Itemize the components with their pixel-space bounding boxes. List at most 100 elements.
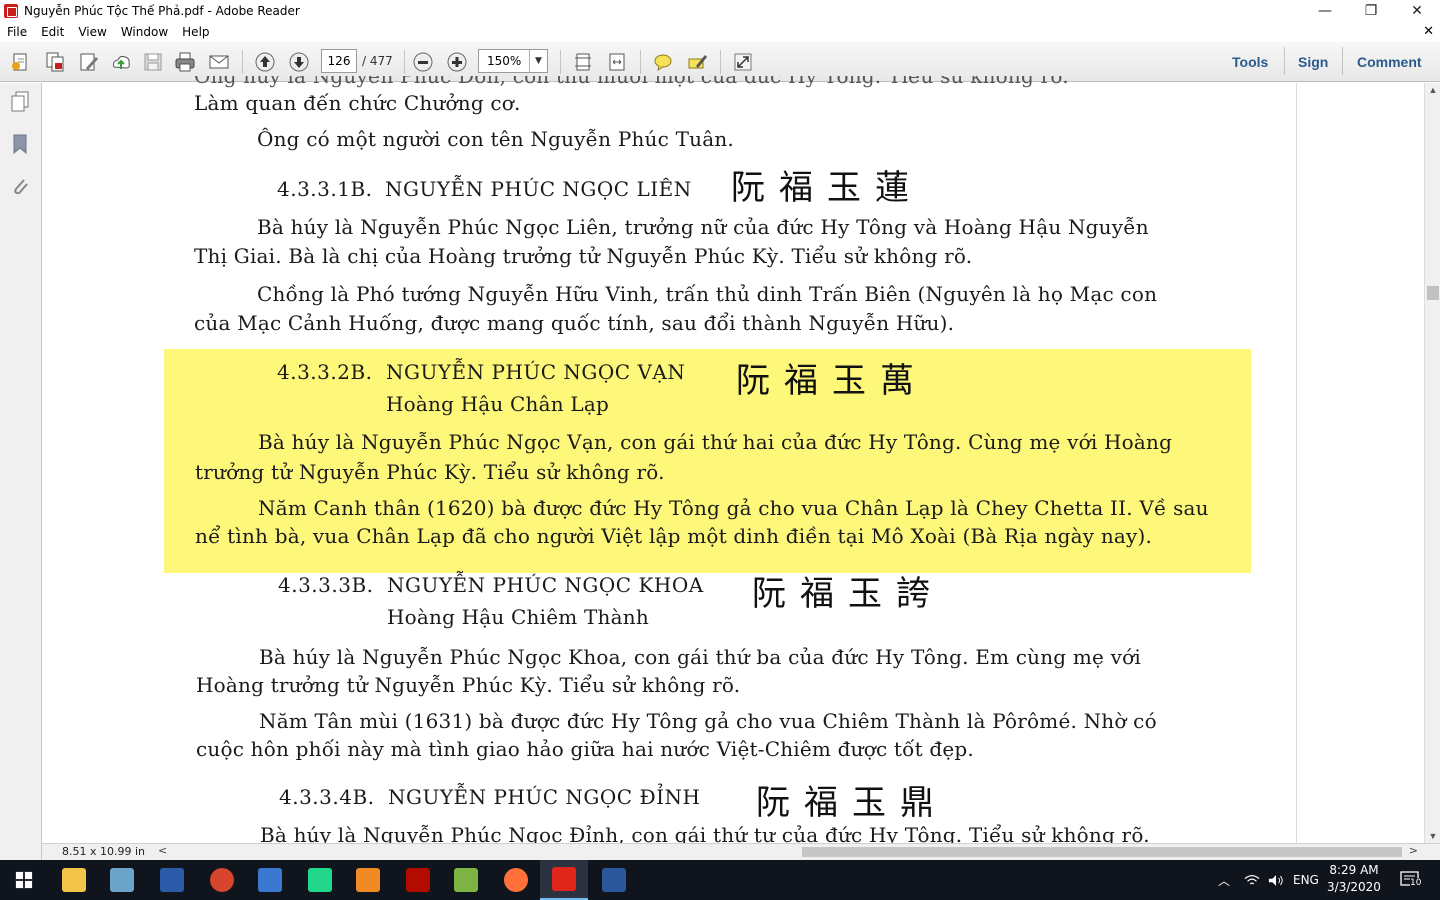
task-app-icon xyxy=(258,868,282,892)
paragraph-line: nể tình bà, vua Chân Lạp đã cho người Vi… xyxy=(195,524,1153,548)
show-hidden-icons-button[interactable]: ︿ xyxy=(1218,860,1230,900)
upload-icon[interactable] xyxy=(108,50,134,74)
han-characters: 阮福玉誇 xyxy=(752,574,944,614)
taskbar-task-app[interactable] xyxy=(246,860,294,900)
volume-icon[interactable] xyxy=(1268,860,1284,900)
file-explorer-icon xyxy=(62,868,86,892)
section-subtitle: Hoàng Hậu Chân Lạp xyxy=(386,392,610,416)
sublime-text-icon xyxy=(356,868,380,892)
edit-icon[interactable] xyxy=(76,50,102,74)
section-number: 4.3.3.3B. xyxy=(278,573,374,597)
menu-help[interactable]: Help xyxy=(175,25,216,39)
scroll-up-icon[interactable]: ▲ xyxy=(1425,85,1440,95)
fit-width-icon[interactable] xyxy=(604,50,630,74)
paragraph-line: Làm quan đến chức Chưởng cơ. xyxy=(194,91,521,115)
taskbar-powershell[interactable] xyxy=(148,860,196,900)
paragraph-line: cuộc hôn phối này mà tình giao hảo giữa … xyxy=(196,737,974,761)
taskbar-settings-app[interactable] xyxy=(198,860,246,900)
zoom-in-icon[interactable] xyxy=(444,50,470,74)
word-icon xyxy=(602,868,626,892)
notes-app-icon xyxy=(110,868,134,892)
paragraph-line: Thị Giai. Bà là chị của Hoàng trưởng tử … xyxy=(194,244,973,268)
taskbar-notes-app[interactable] xyxy=(98,860,146,900)
adobe-reader-icon xyxy=(4,4,18,18)
paragraph-line: Bà húy là Nguyễn Phúc Ngọc Khoa, con gái… xyxy=(259,645,1141,669)
fit-page-icon[interactable] xyxy=(570,50,596,74)
highlight-icon[interactable] xyxy=(684,50,710,74)
acrobat-dc-icon xyxy=(406,868,430,892)
taskbar-adobe-reader[interactable] xyxy=(540,860,588,900)
scroll-right-icon[interactable]: > xyxy=(1409,844,1418,857)
combine-icon[interactable] xyxy=(42,50,68,74)
section-heading: NGUYỄN PHÚC NGỌC ĐỈNH xyxy=(388,785,701,809)
scroll-down-icon[interactable]: ▼ xyxy=(1425,831,1440,841)
email-icon[interactable] xyxy=(206,50,232,74)
section-heading: NGUYỄN PHÚC NGỌC KHOA xyxy=(387,573,704,597)
section-number: 4.3.3.4B. xyxy=(279,785,375,809)
windows-logo-icon xyxy=(15,871,33,889)
start-button[interactable] xyxy=(0,860,48,900)
page-number-input[interactable]: 126 xyxy=(321,49,357,73)
taskbar-firefox[interactable] xyxy=(492,860,540,900)
paragraph-line: Hoàng trưởng tử Nguyễn Phúc Kỳ. Tiểu sử … xyxy=(196,673,741,697)
firefox-icon xyxy=(504,868,528,892)
attachments-icon[interactable] xyxy=(10,175,30,197)
window-title: Nguyễn Phúc Tộc Thế Phả.pdf - Adobe Read… xyxy=(24,4,300,18)
zoom-out-icon[interactable] xyxy=(410,50,436,74)
sign-button[interactable]: Sign xyxy=(1298,54,1328,70)
taskbar-acrobat-dc[interactable] xyxy=(394,860,442,900)
scroll-left-icon[interactable]: < xyxy=(158,844,167,857)
save-icon[interactable] xyxy=(140,50,166,74)
comment-button[interactable]: Comment xyxy=(1357,54,1422,70)
taskbar-sublime-text[interactable] xyxy=(344,860,392,900)
section-number: 4.3.3.2B. xyxy=(277,360,373,384)
clock-date: 3/3/2020 xyxy=(1327,880,1381,894)
close-button[interactable]: ✕ xyxy=(1394,0,1440,22)
section-heading: NGUYỄN PHÚC NGỌC LIÊN xyxy=(385,177,692,201)
zoom-select[interactable]: 150% ▼ xyxy=(478,49,548,73)
network-icon[interactable] xyxy=(1244,860,1260,900)
page-total: / 477 xyxy=(362,54,393,68)
scrollbar-thumb[interactable] xyxy=(1427,286,1439,300)
adobe-reader-icon xyxy=(552,867,576,891)
han-characters: 阮福玉鼎 xyxy=(756,783,948,823)
page-thumbnails-icon[interactable] xyxy=(10,91,30,113)
maximize-button[interactable]: ❐ xyxy=(1348,0,1394,22)
chevron-down-icon[interactable]: ▼ xyxy=(529,50,547,72)
language-indicator[interactable]: ENG xyxy=(1293,860,1319,900)
fullscreen-icon[interactable] xyxy=(730,50,756,74)
editor-app-icon xyxy=(454,868,478,892)
paragraph-line: Năm Canh thân (1620) bà được đức Hy Tông… xyxy=(258,496,1209,520)
taskbar-word[interactable] xyxy=(590,860,638,900)
paragraph-line: trưởng tử Nguyễn Phúc Kỳ. Tiểu sử không … xyxy=(195,460,665,484)
create-pdf-icon[interactable] xyxy=(8,50,34,74)
settings-app-icon xyxy=(210,868,234,892)
close-document-button[interactable]: ✕ xyxy=(1423,24,1434,39)
horizontal-scrollbar-thumb[interactable] xyxy=(802,847,1402,857)
next-page-icon[interactable] xyxy=(286,50,312,74)
bookmarks-icon[interactable] xyxy=(10,133,30,155)
menu-edit[interactable]: Edit xyxy=(34,25,71,39)
notification-count: 10 xyxy=(1410,878,1422,888)
paragraph-line: của Mạc Cảnh Huống, được mang quốc tính,… xyxy=(194,311,955,335)
taskbar-file-explorer[interactable] xyxy=(50,860,98,900)
menu-view[interactable]: View xyxy=(71,25,113,39)
taskbar-pycharm[interactable] xyxy=(296,860,344,900)
tools-button[interactable]: Tools xyxy=(1232,54,1268,70)
paragraph-line: Bà húy là Nguyễn Phúc Ngọc Vạn, con gái … xyxy=(258,430,1173,454)
section-heading: NGUYỄN PHÚC NGỌC VẠN xyxy=(386,360,686,384)
taskbar: ︿ ENG 8:29 AM 3/3/2020 10 xyxy=(0,860,1440,900)
menu-window[interactable]: Window xyxy=(114,25,175,39)
system-clock[interactable]: 8:29 AM 3/3/2020 xyxy=(1318,862,1390,896)
paragraph-line: Ông có một người con tên Nguyễn Phúc Tuâ… xyxy=(257,127,734,151)
taskbar-editor-app[interactable] xyxy=(442,860,490,900)
action-center-button[interactable]: 10 xyxy=(1400,860,1422,900)
sticky-note-icon[interactable] xyxy=(650,50,676,74)
paragraph-line: Bà húy là Nguyễn Phúc Ngọc Liên, trưởng … xyxy=(257,215,1149,239)
menu-file[interactable]: File xyxy=(0,25,34,39)
vertical-scrollbar[interactable]: ▲ ▼ xyxy=(1424,83,1440,843)
navigation-pane xyxy=(0,83,42,860)
previous-page-icon[interactable] xyxy=(252,50,278,74)
minimize-button[interactable]: — xyxy=(1302,0,1348,22)
print-icon[interactable] xyxy=(172,50,198,74)
